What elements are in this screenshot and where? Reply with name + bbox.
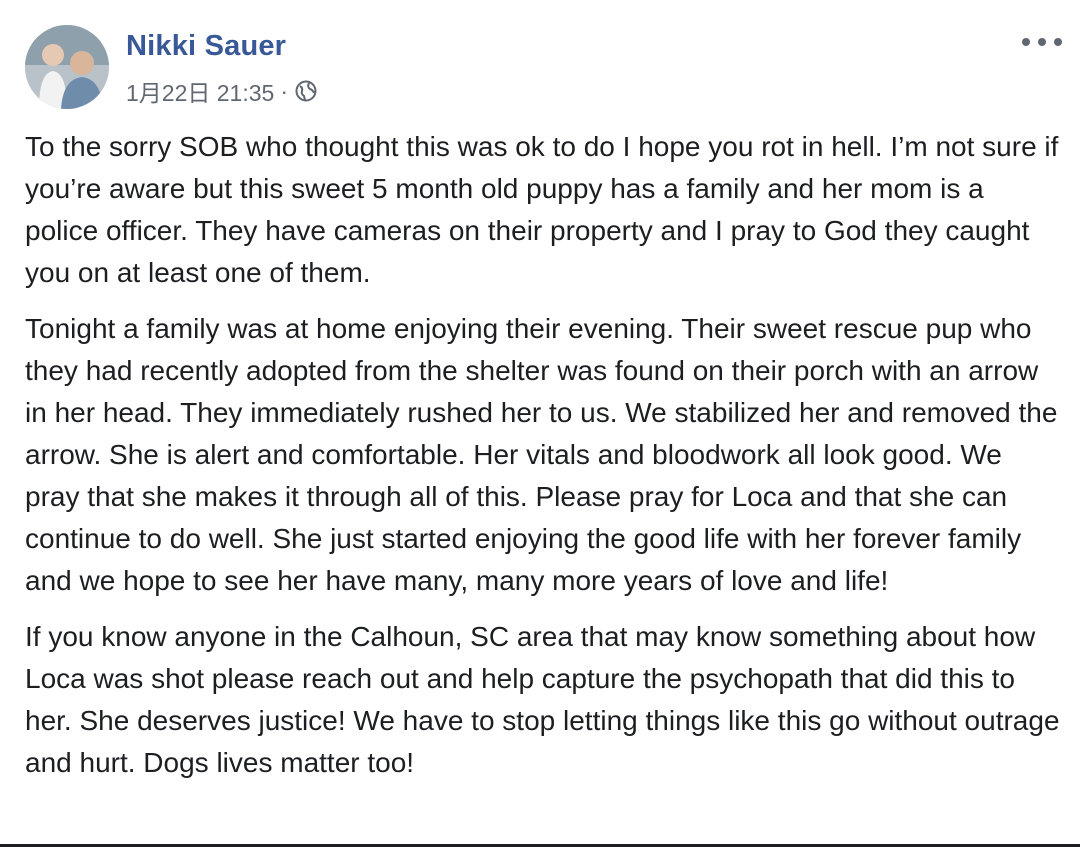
facebook-post: Nikki Sauer 1月22日 21:35 · To the sorry S… xyxy=(0,0,1080,847)
profile-photo xyxy=(25,25,109,109)
meta-separator: · xyxy=(280,77,288,104)
avatar[interactable] xyxy=(25,25,109,109)
post-timestamp[interactable]: 1月22日 21:35 xyxy=(126,74,274,108)
post-paragraph-2: Tonight a family was at home enjoying th… xyxy=(25,313,1058,596)
more-options-icon[interactable] xyxy=(1022,30,1062,54)
author-name-link[interactable]: Nikki Sauer xyxy=(126,30,286,63)
globe-icon[interactable] xyxy=(294,79,318,103)
post-meta: 1月22日 21:35 · xyxy=(126,76,318,106)
dot-icon xyxy=(1054,38,1062,46)
post-paragraph-1: To the sorry SOB who thought this was ok… xyxy=(25,131,1059,288)
post-paragraph-3: If you know anyone in the Calhoun, SC ar… xyxy=(25,621,1060,778)
dot-icon xyxy=(1022,38,1030,46)
dot-icon xyxy=(1038,38,1046,46)
post-body: To the sorry SOB who thought this was ok… xyxy=(25,126,1060,798)
